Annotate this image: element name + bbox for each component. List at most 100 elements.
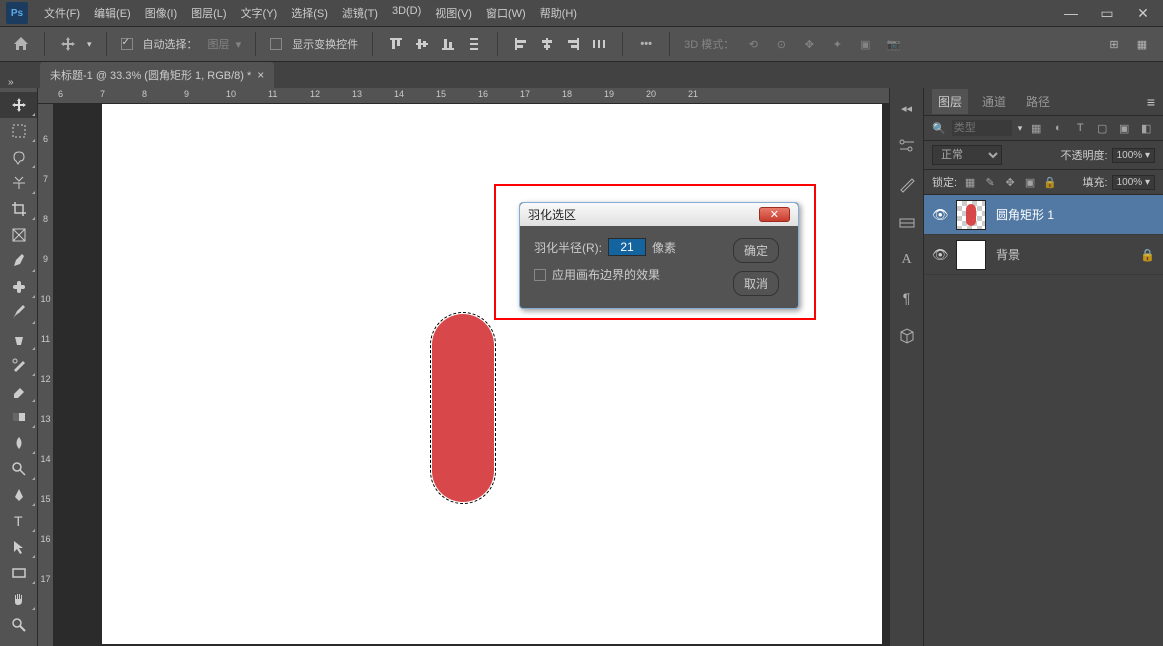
lock-position-icon[interactable]: ✥ bbox=[1003, 176, 1017, 189]
tool-marquee[interactable] bbox=[0, 118, 37, 144]
tab-layers[interactable]: 图层 bbox=[932, 89, 968, 114]
align-vcenter-icon[interactable] bbox=[413, 35, 431, 53]
3d-camera-icon[interactable]: 📷 bbox=[884, 35, 902, 53]
ruler-horizontal[interactable]: 6789101112131415161718192021 bbox=[38, 88, 889, 104]
show-transform-checkbox[interactable] bbox=[270, 38, 282, 50]
character-icon[interactable]: A bbox=[897, 250, 917, 270]
tool-eyedropper[interactable] bbox=[0, 248, 37, 274]
move-tool-icon[interactable] bbox=[59, 35, 77, 53]
tool-gradient[interactable] bbox=[0, 404, 37, 430]
3d-pan-icon[interactable]: ✥ bbox=[800, 35, 818, 53]
filter-type-icon[interactable]: T bbox=[1072, 120, 1088, 136]
menu-select[interactable]: 选择(S) bbox=[285, 1, 334, 25]
panel-menu-icon[interactable]: ≡ bbox=[1147, 94, 1155, 110]
tool-clone[interactable] bbox=[0, 326, 37, 352]
expand-tools-icon[interactable]: » bbox=[8, 77, 14, 88]
tool-blur[interactable] bbox=[0, 430, 37, 456]
paragraph-icon[interactable]: ¶ bbox=[897, 288, 917, 308]
view-extras-icon[interactable]: ⊞ bbox=[1105, 35, 1123, 53]
collapse-panels-icon[interactable]: ◂◂ bbox=[897, 98, 917, 118]
3d-scale-icon[interactable]: ▣ bbox=[856, 35, 874, 53]
move-tool-chevron-icon[interactable]: ▾ bbox=[87, 39, 92, 50]
tool-healing[interactable] bbox=[0, 274, 37, 300]
ok-button[interactable]: 确定 bbox=[733, 238, 779, 263]
feather-radius-input[interactable] bbox=[608, 238, 646, 256]
blend-mode-select[interactable]: 正常 bbox=[932, 145, 1002, 165]
menu-edit[interactable]: 编辑(E) bbox=[88, 1, 137, 25]
tool-hand[interactable] bbox=[0, 586, 37, 612]
lock-pixels-icon[interactable]: ✎ bbox=[983, 176, 997, 189]
menu-layer[interactable]: 图层(L) bbox=[185, 1, 232, 25]
tool-history-brush[interactable] bbox=[0, 352, 37, 378]
tool-crop[interactable] bbox=[0, 196, 37, 222]
adjustments-icon[interactable] bbox=[897, 136, 917, 156]
lock-artboard-icon[interactable]: ▣ bbox=[1023, 176, 1037, 189]
home-icon[interactable] bbox=[12, 35, 30, 53]
align-hcenter-icon[interactable] bbox=[538, 35, 556, 53]
3d-roll-icon[interactable]: ⊙ bbox=[772, 35, 790, 53]
cancel-button[interactable]: 取消 bbox=[733, 271, 779, 296]
layer-name[interactable]: 圆角矩形 1 bbox=[996, 206, 1054, 223]
layer-row[interactable]: 👁 背景 🔒 bbox=[924, 235, 1163, 275]
maximize-button[interactable]: ▭ bbox=[1093, 3, 1121, 24]
tool-brush[interactable] bbox=[0, 300, 37, 326]
dist-h-icon[interactable] bbox=[590, 35, 608, 53]
auto-select-dropdown[interactable]: 图层 ▾ bbox=[208, 36, 242, 52]
tool-lasso[interactable] bbox=[0, 144, 37, 170]
dist-v-icon[interactable] bbox=[465, 35, 483, 53]
more-options-icon[interactable]: ••• bbox=[637, 35, 655, 53]
tool-eraser[interactable] bbox=[0, 378, 37, 404]
filter-shape-icon[interactable]: ▢ bbox=[1094, 120, 1110, 136]
dialog-close-button[interactable]: ✕ bbox=[759, 207, 790, 222]
3d-orbit-icon[interactable]: ⟲ bbox=[744, 35, 762, 53]
filter-adjust-icon[interactable]: ◐ bbox=[1050, 120, 1066, 136]
visibility-toggle-icon[interactable]: 👁 bbox=[932, 247, 946, 263]
document-tab[interactable]: 未标题-1 @ 33.3% (圆角矩形 1, RGB/8) * × bbox=[40, 62, 274, 88]
menu-filter[interactable]: 滤镜(T) bbox=[336, 1, 384, 25]
canvas[interactable]: 羽化选区 ✕ 羽化半径(R): 像素 应用画布边界的效果 bbox=[54, 104, 889, 646]
libraries-icon[interactable] bbox=[897, 326, 917, 346]
align-bottom-icon[interactable] bbox=[439, 35, 457, 53]
menu-image[interactable]: 图像(I) bbox=[139, 1, 183, 25]
layer-row[interactable]: 👁 圆角矩形 1 bbox=[924, 195, 1163, 235]
fill-value[interactable]: 100% ▾ bbox=[1112, 175, 1155, 190]
menu-file[interactable]: 文件(F) bbox=[38, 1, 86, 25]
tab-close-icon[interactable]: × bbox=[257, 68, 264, 82]
lock-all-icon[interactable]: 🔒 bbox=[1043, 176, 1057, 189]
tool-type[interactable]: T bbox=[0, 508, 37, 534]
layer-filter-input[interactable] bbox=[952, 120, 1012, 136]
layer-name[interactable]: 背景 bbox=[996, 246, 1020, 263]
lock-transparent-icon[interactable]: ▦ bbox=[963, 176, 977, 189]
tool-rectangle[interactable] bbox=[0, 560, 37, 586]
tool-move[interactable] bbox=[0, 92, 37, 118]
align-right-icon[interactable] bbox=[564, 35, 582, 53]
filter-smart-icon[interactable]: ▣ bbox=[1116, 120, 1132, 136]
tool-path-select[interactable] bbox=[0, 534, 37, 560]
tool-dodge[interactable] bbox=[0, 456, 37, 482]
styles-icon[interactable] bbox=[897, 212, 917, 232]
tool-pen[interactable] bbox=[0, 482, 37, 508]
filter-toggle-icon[interactable]: ◧ bbox=[1138, 120, 1154, 136]
arrange-icon[interactable]: ▦ bbox=[1133, 35, 1151, 53]
align-top-icon[interactable] bbox=[387, 35, 405, 53]
tab-channels[interactable]: 通道 bbox=[976, 89, 1012, 114]
menu-type[interactable]: 文字(Y) bbox=[235, 1, 284, 25]
filter-pixel-icon[interactable]: ▦ bbox=[1028, 120, 1044, 136]
dialog-titlebar[interactable]: 羽化选区 ✕ bbox=[520, 203, 798, 226]
menu-help[interactable]: 帮助(H) bbox=[534, 1, 583, 25]
menu-view[interactable]: 视图(V) bbox=[429, 1, 478, 25]
opacity-value[interactable]: 100% ▾ bbox=[1112, 148, 1155, 163]
menu-3d[interactable]: 3D(D) bbox=[386, 1, 427, 25]
align-left-icon[interactable] bbox=[512, 35, 530, 53]
3d-slide-icon[interactable]: ✦ bbox=[828, 35, 846, 53]
brushes-icon[interactable] bbox=[897, 174, 917, 194]
menu-window[interactable]: 窗口(W) bbox=[480, 1, 532, 25]
tool-zoom[interactable] bbox=[0, 612, 37, 638]
tool-frame[interactable] bbox=[0, 222, 37, 248]
minimize-button[interactable]: — bbox=[1057, 3, 1085, 24]
ruler-vertical[interactable]: 67891011121314151617 bbox=[38, 104, 54, 646]
tab-paths[interactable]: 路径 bbox=[1020, 89, 1056, 114]
apply-canvas-checkbox[interactable] bbox=[534, 269, 546, 281]
auto-select-checkbox[interactable] bbox=[121, 38, 133, 50]
tool-quick-select[interactable] bbox=[0, 170, 37, 196]
